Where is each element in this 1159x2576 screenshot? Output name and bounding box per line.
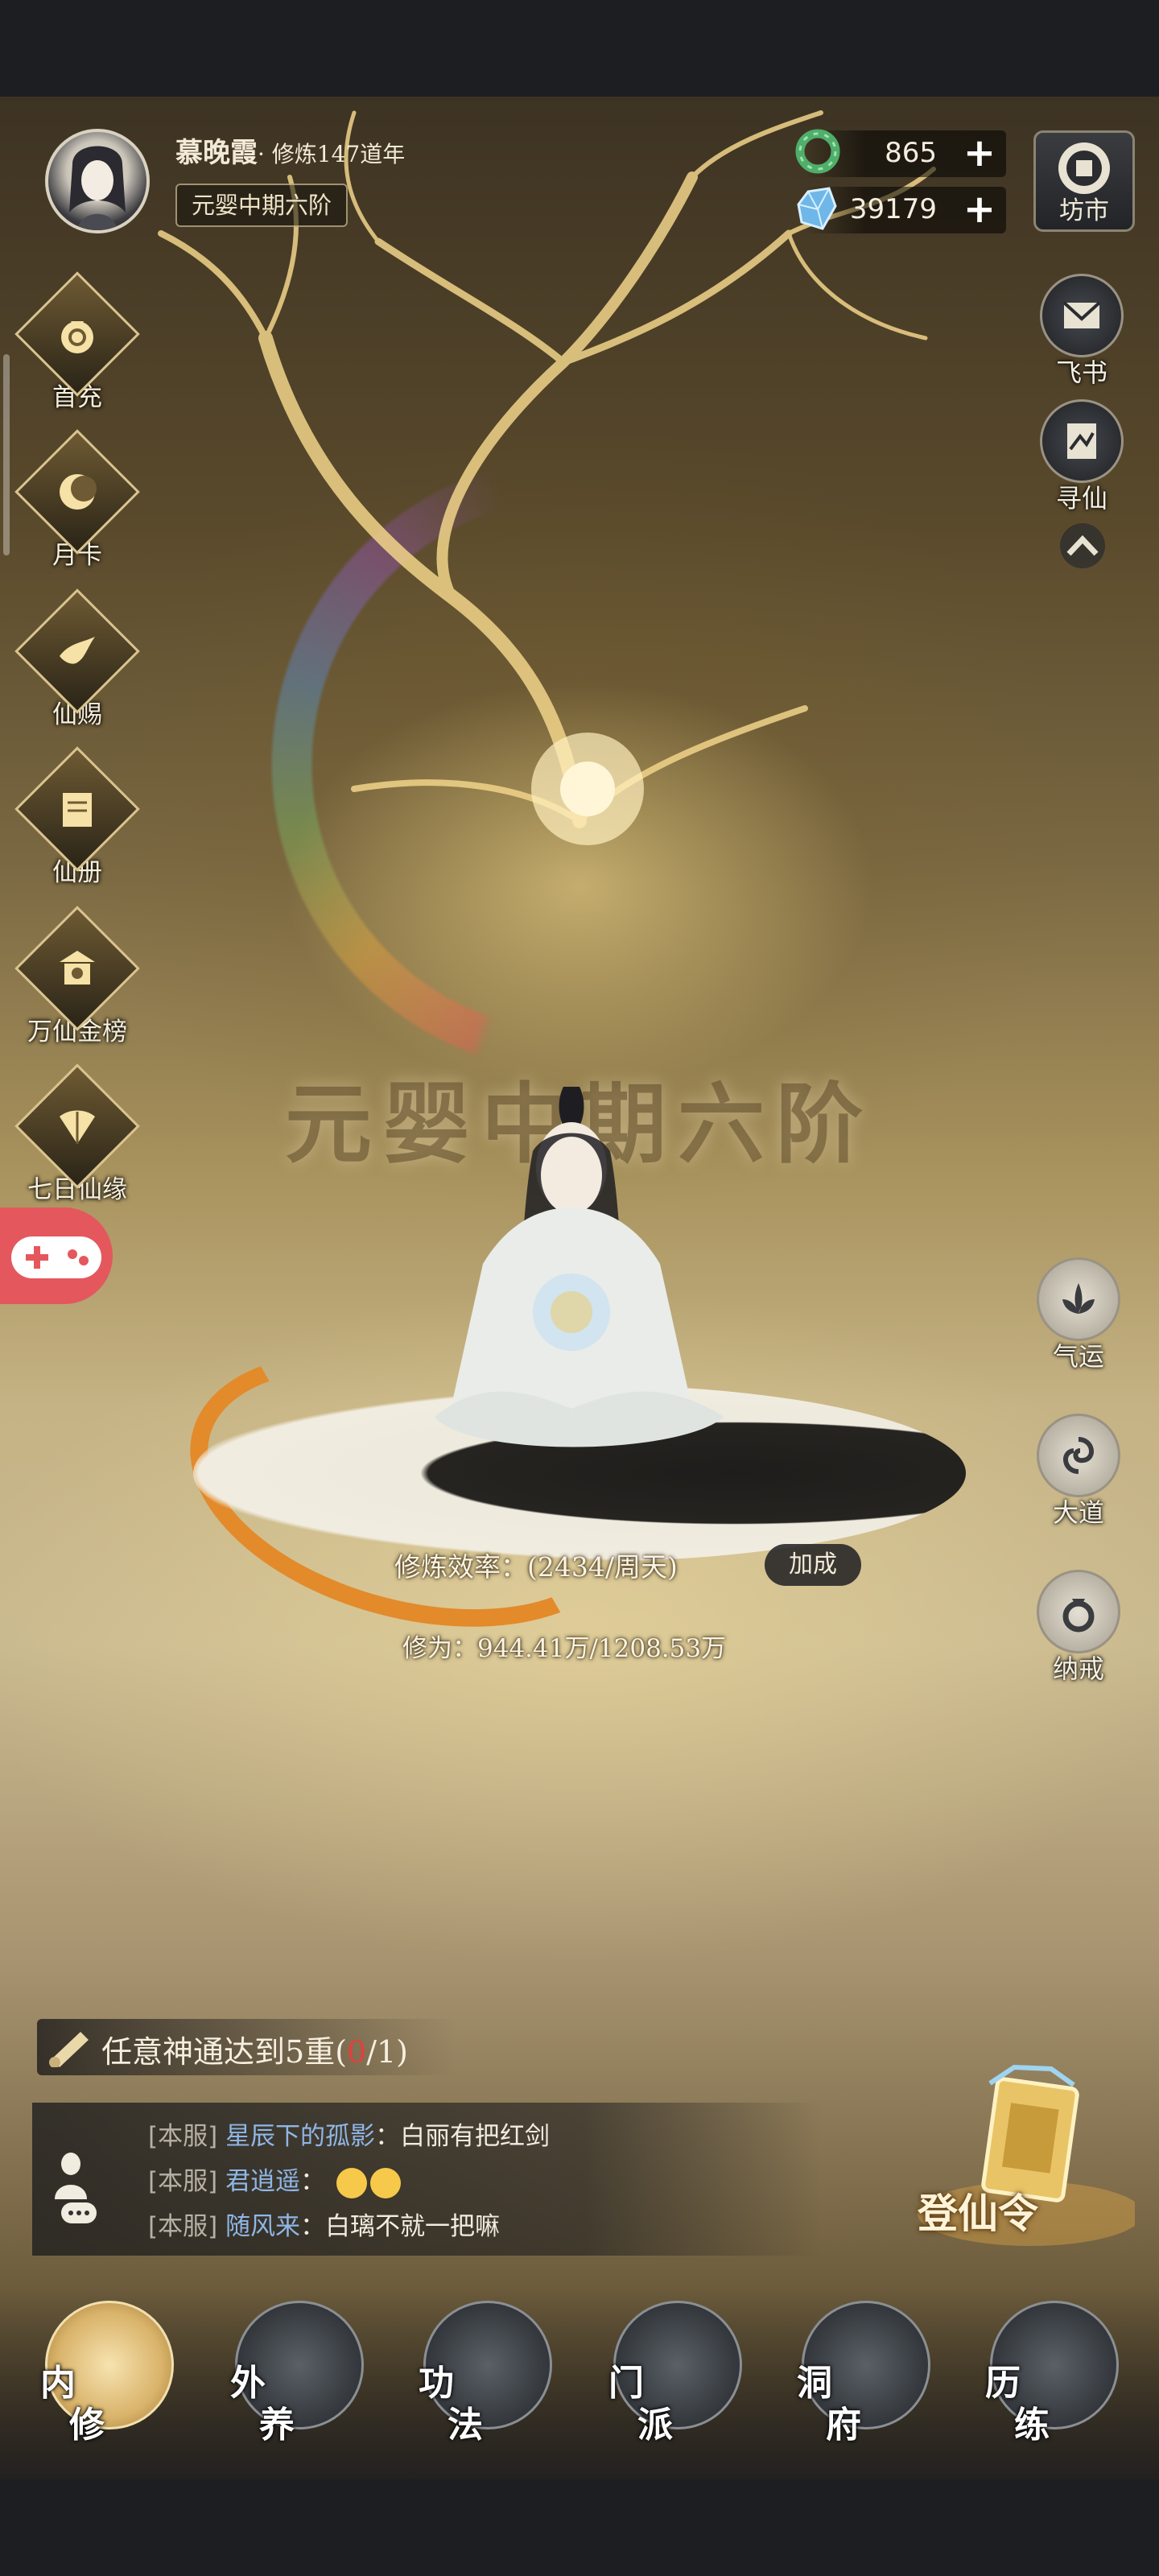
ascend-token-label: 登仙令 (918, 2190, 1038, 2237)
spirit-crystal-icon (797, 187, 837, 230)
nav-label-char2: 法 (448, 2405, 483, 2446)
letter-icon (1040, 274, 1124, 357)
gamepad-icon (11, 1236, 101, 1278)
navigation-bar-area (0, 2479, 1159, 2576)
chat-message: [本服] 君逍遥： (148, 2161, 401, 2198)
fortune-label: 气运 (1052, 1341, 1104, 1372)
first-recharge-button[interactable]: 首充 (13, 271, 142, 413)
seek-immortal-button[interactable]: 寻仙 (1033, 399, 1130, 515)
chevron-up-icon[interactable] (1054, 522, 1111, 570)
nav-inner-cultivation[interactable]: 内 修 (37, 2301, 182, 2446)
gamepad-float-button[interactable] (0, 1208, 113, 1304)
nav-outer-training[interactable]: 外 养 (227, 2301, 372, 2446)
nav-cave-abode[interactable]: 洞 府 (794, 2301, 938, 2446)
nav-label-char2: 派 (637, 2405, 673, 2446)
fortune-button[interactable]: 气运 (1030, 1257, 1127, 1373)
seven-day-button[interactable]: 七日仙缘 (13, 1063, 142, 1205)
cultivation-label: 修为： (402, 1634, 477, 1663)
chat-text: 白璃不就一把嘛 (325, 2212, 501, 2241)
storage-ring-label: 纳戒 (1052, 1653, 1104, 1684)
add-jade-button[interactable]: + (959, 130, 1000, 177)
bonus-button[interactable]: 加成 (765, 1544, 861, 1586)
scroll-task-icon (49, 2032, 89, 2067)
world-chat-panel[interactable]: [本服] 星辰下的孤影：白丽有把红剑 [本服] 君逍遥： [本服] 随风来：白璃… (32, 2103, 821, 2256)
currency-jade: 865 + (795, 129, 1006, 177)
efficiency-line: 修炼效率：(2434/周天) (394, 1546, 678, 1584)
nav-label-char2: 养 (259, 2405, 295, 2446)
player-name: 慕晚霞 (175, 137, 258, 169)
ring-icon (1037, 1570, 1120, 1653)
ranking-button[interactable]: 万仙金榜 (13, 906, 142, 1047)
ascend-token-button[interactable]: 登仙令 (893, 2061, 1143, 2254)
chat-message: [本服] 随风来：白璃不就一把嘛 (148, 2212, 501, 2241)
status-bar-area (0, 0, 1159, 97)
chat-username[interactable]: 君逍遥 (225, 2167, 300, 2196)
nav-label-char2: 练 (1014, 2405, 1050, 2446)
task-progress-current: 0 (347, 2034, 367, 2070)
task-label: 任意神通达到5重 (101, 2034, 336, 2070)
chat-icon (55, 2153, 97, 2223)
task-tracker[interactable]: 任意神通达到5重(0/1) (37, 2019, 456, 2075)
portrait-icon (69, 146, 126, 230)
dao-label: 大道 (1052, 1497, 1104, 1528)
chat-server-tag: [本服] (148, 2122, 218, 2151)
realm-badge: 元婴中期六阶 (175, 184, 349, 227)
letters-label: 飞书 (1055, 357, 1107, 388)
market-label: 坊市 (1059, 196, 1109, 225)
jade-ring-icon (795, 129, 840, 174)
nav-label-char2: 修 (69, 2405, 105, 2446)
chat-username[interactable]: 随风来 (225, 2212, 300, 2241)
nav-sect[interactable]: 门 派 (605, 2301, 750, 2446)
task-text: 任意神通达到5重(0/1) (101, 2027, 408, 2071)
market-button[interactable]: 坊市 (1033, 130, 1135, 232)
add-crystal-button[interactable]: + (959, 187, 1000, 233)
crying-emoji-icon (369, 2167, 401, 2198)
nav-trials[interactable]: 历 练 (982, 2301, 1127, 2446)
jade-amount: 865 (885, 137, 937, 169)
player-avatar[interactable] (45, 129, 150, 233)
nav-techniques[interactable]: 功 法 (415, 2301, 560, 2446)
monthly-card-button[interactable]: 月卡 (13, 429, 142, 571)
lotus-icon (1037, 1257, 1120, 1341)
cultivation-line: 修为：944.41万/1208.53万 (402, 1628, 726, 1664)
nav-label-char2: 府 (826, 2405, 861, 2446)
meditating-cultivator (435, 1087, 724, 1447)
cultivation-years: · 修炼147道年 (258, 141, 406, 167)
immortal-book-button[interactable]: 仙册 (13, 746, 142, 888)
chat-text: 白丽有把红剑 (400, 2122, 551, 2151)
letters-button[interactable]: 飞书 (1033, 274, 1130, 390)
task-progress-open: ( (335, 2034, 348, 2070)
chat-message: [本服] 星辰下的孤影：白丽有把红剑 (148, 2122, 551, 2151)
efficiency-value: (2434/周天) (527, 1551, 678, 1583)
left-scrollbar[interactable] (3, 354, 10, 555)
task-progress-total: /1) (366, 2034, 409, 2070)
storage-ring-button[interactable]: 纳戒 (1030, 1570, 1127, 1686)
scroll-map-icon (1040, 399, 1124, 483)
seek-label: 寻仙 (1055, 483, 1107, 514)
currency-crystal: 39179 + (797, 187, 1006, 233)
dao-button[interactable]: 大道 (1030, 1414, 1127, 1530)
chat-server-tag: [本服] (148, 2212, 218, 2241)
crystal-amount: 39179 (849, 193, 937, 225)
efficiency-label: 修炼效率： (394, 1551, 527, 1583)
swirl-icon (1037, 1414, 1120, 1497)
game-screen: 元婴中期六阶 慕晚霞· 修炼147道年 元婴中期六阶 865 + 39179 + (0, 0, 1159, 2576)
chat-username[interactable]: 星辰下的孤影 (225, 2122, 375, 2151)
crying-emoji-icon (336, 2167, 367, 2198)
immortal-gift-button[interactable]: 仙赐 (13, 588, 142, 730)
cultivation-value: 944.41万/1208.53万 (477, 1634, 727, 1663)
player-name-line: 慕晚霞· 修炼147道年 (175, 130, 405, 170)
chat-server-tag: [本服] (148, 2167, 218, 2196)
